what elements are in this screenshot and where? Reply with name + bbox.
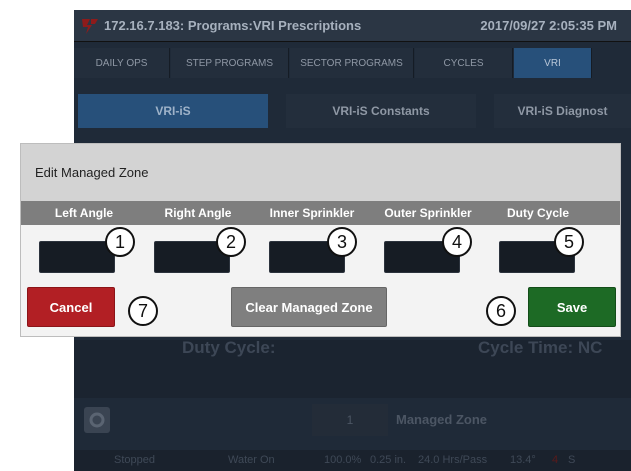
managed-zone-label: Managed Zone xyxy=(396,412,488,427)
column-header-bar: Left Angle Right Angle Inner Sprinkler O… xyxy=(21,201,620,225)
callout-badge-7: 7 xyxy=(128,296,158,326)
left-angle-input[interactable] xyxy=(39,241,115,273)
status-angle: 13.4° xyxy=(510,454,536,466)
tab-vri-is-diagnostics[interactable]: VRI-iS Diagnost xyxy=(494,94,631,128)
right-angle-label: Right Angle xyxy=(164,206,232,220)
clear-managed-zone-button[interactable]: Clear Managed Zone xyxy=(231,287,387,327)
tab-vri-is[interactable]: VRI-iS xyxy=(78,94,268,128)
main-tab-bar: DAILY OPS STEP PROGRAMS SECTOR PROGRAMS … xyxy=(74,48,631,78)
callout-badge-1: 1 xyxy=(105,227,135,257)
title-bar: 172.16.7.183: Programs:VRI Prescriptions… xyxy=(74,10,631,42)
datetime-display: 2017/09/27 2:05:35 PM xyxy=(480,18,617,33)
callout-badge-2: 2 xyxy=(216,227,246,257)
tab-step-programs[interactable]: STEP PROGRAMS xyxy=(171,48,289,78)
gear-icon[interactable] xyxy=(84,407,110,433)
save-button[interactable]: Save xyxy=(528,287,616,327)
status-extra: S xyxy=(568,454,576,466)
status-depth: 0.25 in. xyxy=(370,454,407,466)
callout-badge-5: 5 xyxy=(554,227,584,257)
company-logo-icon xyxy=(82,19,98,34)
duty-cycle-column-label: Duty Cycle xyxy=(506,206,570,220)
sub-tab-bar: VRI-iS VRI-iS Constants VRI-iS Diagnost xyxy=(74,94,631,128)
status-bar: Stopped Water On 100.0% 0.25 in. 24.0 Hr… xyxy=(74,450,631,471)
cycle-time-label: Cycle Time: NC xyxy=(478,338,603,357)
window-title: 172.16.7.183: Programs:VRI Prescriptions xyxy=(104,18,362,33)
managed-zone-row: 1 Managed Zone xyxy=(74,402,631,438)
status-hours: 24.0 Hrs/Pass xyxy=(418,454,488,466)
tab-sector-programs[interactable]: SECTOR PROGRAMS xyxy=(290,48,414,78)
tab-cycles[interactable]: CYCLES xyxy=(415,48,513,78)
callout-badge-4: 4 xyxy=(442,227,472,257)
tab-vri[interactable]: VRI xyxy=(514,48,592,78)
cancel-button[interactable]: Cancel xyxy=(27,287,115,327)
tab-daily-ops[interactable]: DAILY OPS xyxy=(74,48,170,78)
outer-sprinkler-label: Outer Sprinkler xyxy=(384,206,472,220)
status-state: Stopped xyxy=(114,454,155,466)
inner-sprinkler-label: Inner Sprinkler xyxy=(269,206,355,220)
dialog-header: Edit Managed Zone xyxy=(21,144,620,201)
status-water: Water On xyxy=(228,454,275,466)
callout-badge-3: 3 xyxy=(327,227,357,257)
edit-managed-zone-dialog: Edit Managed Zone Left Angle Right Angle… xyxy=(20,143,621,337)
status-percent: 100.0% xyxy=(324,454,362,466)
dialog-title: Edit Managed Zone xyxy=(35,165,149,180)
duty-cycle-label: Duty Cycle: xyxy=(182,338,276,357)
tab-vri-is-constants[interactable]: VRI-iS Constants xyxy=(286,94,476,128)
managed-zone-number[interactable]: 1 xyxy=(312,404,388,436)
screen: 172.16.7.183: Programs:VRI Prescriptions… xyxy=(0,0,631,471)
status-warning: 4 xyxy=(552,454,559,466)
left-angle-label: Left Angle xyxy=(54,206,114,220)
callout-badge-6: 6 xyxy=(486,296,516,326)
